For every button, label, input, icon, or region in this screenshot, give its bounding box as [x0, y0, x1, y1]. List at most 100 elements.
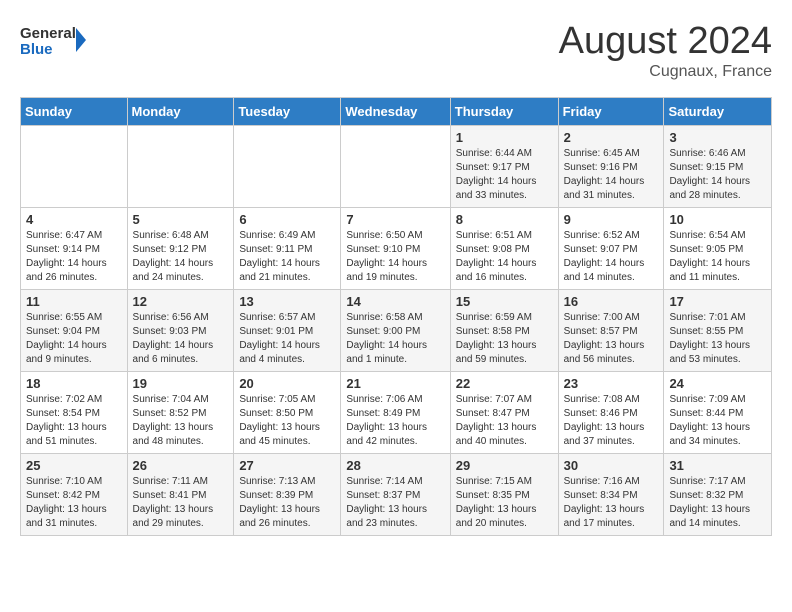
day-cell	[341, 126, 450, 208]
day-info: Sunrise: 6:54 AM Sunset: 9:05 PM Dayligh…	[669, 229, 766, 285]
day-number: 12	[133, 294, 229, 309]
day-info: Sunrise: 7:15 AM Sunset: 8:35 PM Dayligh…	[456, 475, 553, 531]
day-number: 11	[26, 294, 122, 309]
day-cell: 13Sunrise: 6:57 AM Sunset: 9:01 PM Dayli…	[234, 290, 341, 372]
day-info: Sunrise: 7:06 AM Sunset: 8:49 PM Dayligh…	[346, 393, 444, 449]
day-header-wednesday: Wednesday	[341, 98, 450, 126]
day-number: 16	[564, 294, 659, 309]
day-number: 27	[239, 458, 335, 473]
day-number: 14	[346, 294, 444, 309]
day-cell: 24 Sunrise: 7:09 AM Sunset: 8:44 PM Dayli…	[664, 372, 772, 454]
day-cell: 25 Sunrise: 7:10 AM Sunset: 8:42 PM Dayli…	[21, 454, 128, 536]
day-header-friday: Friday	[558, 98, 664, 126]
day-info: Sunrise: 6:44 AM Sunset: 9:17 PM Dayligh…	[456, 147, 553, 203]
day-cell: 19 Sunrise: 7:04 AM Sunset: 8:52 PM Dayli…	[127, 372, 234, 454]
day-info: Sunrise: 6:47 AM Sunset: 9:14 PM Dayligh…	[26, 229, 122, 285]
title-block: August 2024 Cugnaux, France	[559, 20, 772, 81]
day-info: Sunrise: 7:01 AM Sunset: 8:55 PM Dayligh…	[669, 311, 766, 367]
day-number: 31	[669, 458, 766, 473]
day-number: 3	[669, 130, 766, 145]
day-number: 10	[669, 212, 766, 227]
day-cell: 5Sunrise: 6:48 AM Sunset: 9:12 PM Daylig…	[127, 208, 234, 290]
location-subtitle: Cugnaux, France	[559, 63, 772, 81]
day-cell: 31Sunrise: 7:17 AM Sunset: 8:32 PM Dayli…	[664, 454, 772, 536]
day-header-sunday: Sunday	[21, 98, 128, 126]
day-info: Sunrise: 6:46 AM Sunset: 9:15 PM Dayligh…	[669, 147, 766, 203]
header-row: SundayMondayTuesdayWednesdayThursdayFrid…	[21, 98, 772, 126]
week-row-1: 1 Sunrise: 6:44 AM Sunset: 9:17 PM Daylig…	[21, 126, 772, 208]
day-info: Sunrise: 6:59 AM Sunset: 8:58 PM Dayligh…	[456, 311, 553, 367]
day-number: 30	[564, 458, 659, 473]
week-row-5: 25 Sunrise: 7:10 AM Sunset: 8:42 PM Dayli…	[21, 454, 772, 536]
day-number: 24	[669, 376, 766, 391]
day-number: 15	[456, 294, 553, 309]
day-cell: 30 Sunrise: 7:16 AM Sunset: 8:34 PM Dayli…	[558, 454, 664, 536]
day-cell: 10 Sunrise: 6:54 AM Sunset: 9:05 PM Dayli…	[664, 208, 772, 290]
day-number: 6	[239, 212, 335, 227]
day-info: Sunrise: 6:58 AM Sunset: 9:00 PM Dayligh…	[346, 311, 444, 367]
day-number: 26	[133, 458, 229, 473]
day-cell: 2 Sunrise: 6:45 AM Sunset: 9:16 PM Daylig…	[558, 126, 664, 208]
day-info: Sunrise: 6:50 AM Sunset: 9:10 PM Dayligh…	[346, 229, 444, 285]
day-info: Sunrise: 7:10 AM Sunset: 8:42 PM Dayligh…	[26, 475, 122, 531]
day-number: 23	[564, 376, 659, 391]
day-cell: 17 Sunrise: 7:01 AM Sunset: 8:55 PM Dayli…	[664, 290, 772, 372]
day-number: 25	[26, 458, 122, 473]
day-cell: 20 Sunrise: 7:05 AM Sunset: 8:50 PM Dayli…	[234, 372, 341, 454]
day-cell: 3 Sunrise: 6:46 AM Sunset: 9:15 PM Daylig…	[664, 126, 772, 208]
day-number: 20	[239, 376, 335, 391]
day-cell: 14 Sunrise: 6:58 AM Sunset: 9:00 PM Dayli…	[341, 290, 450, 372]
page-header: GeneralBlue August 2024 Cugnaux, France	[20, 20, 772, 81]
day-info: Sunrise: 6:55 AM Sunset: 9:04 PM Dayligh…	[26, 311, 122, 367]
day-info: Sunrise: 7:05 AM Sunset: 8:50 PM Dayligh…	[239, 393, 335, 449]
day-number: 22	[456, 376, 553, 391]
day-info: Sunrise: 6:45 AM Sunset: 9:16 PM Dayligh…	[564, 147, 659, 203]
day-number: 17	[669, 294, 766, 309]
day-number: 28	[346, 458, 444, 473]
month-title: August 2024	[559, 20, 772, 63]
day-cell: 26Sunrise: 7:11 AM Sunset: 8:41 PM Dayli…	[127, 454, 234, 536]
day-cell: 15 Sunrise: 6:59 AM Sunset: 8:58 PM Dayli…	[450, 290, 558, 372]
day-cell: 16 Sunrise: 7:00 AM Sunset: 8:57 PM Dayli…	[558, 290, 664, 372]
week-row-3: 11 Sunrise: 6:55 AM Sunset: 9:04 PM Dayli…	[21, 290, 772, 372]
day-cell: 22Sunrise: 7:07 AM Sunset: 8:47 PM Dayli…	[450, 372, 558, 454]
day-info: Sunrise: 7:02 AM Sunset: 8:54 PM Dayligh…	[26, 393, 122, 449]
day-number: 2	[564, 130, 659, 145]
day-number: 29	[456, 458, 553, 473]
day-cell: 18 Sunrise: 7:02 AM Sunset: 8:54 PM Dayli…	[21, 372, 128, 454]
day-cell	[127, 126, 234, 208]
day-number: 18	[26, 376, 122, 391]
day-header-tuesday: Tuesday	[234, 98, 341, 126]
day-number: 8	[456, 212, 553, 227]
day-cell: 27 Sunrise: 7:13 AM Sunset: 8:39 PM Dayli…	[234, 454, 341, 536]
day-number: 19	[133, 376, 229, 391]
week-row-2: 4 Sunrise: 6:47 AM Sunset: 9:14 PM Daylig…	[21, 208, 772, 290]
day-cell: 4 Sunrise: 6:47 AM Sunset: 9:14 PM Daylig…	[21, 208, 128, 290]
day-info: Sunrise: 6:56 AM Sunset: 9:03 PM Dayligh…	[133, 311, 229, 367]
day-info: Sunrise: 7:13 AM Sunset: 8:39 PM Dayligh…	[239, 475, 335, 531]
day-number: 9	[564, 212, 659, 227]
day-cell: 6 Sunrise: 6:49 AM Sunset: 9:11 PM Daylig…	[234, 208, 341, 290]
day-number: 1	[456, 130, 553, 145]
day-cell: 7Sunrise: 6:50 AM Sunset: 9:10 PM Daylig…	[341, 208, 450, 290]
day-header-monday: Monday	[127, 98, 234, 126]
day-info: Sunrise: 7:14 AM Sunset: 8:37 PM Dayligh…	[346, 475, 444, 531]
week-row-4: 18 Sunrise: 7:02 AM Sunset: 8:54 PM Dayli…	[21, 372, 772, 454]
day-info: Sunrise: 7:16 AM Sunset: 8:34 PM Dayligh…	[564, 475, 659, 531]
day-number: 4	[26, 212, 122, 227]
day-header-thursday: Thursday	[450, 98, 558, 126]
day-info: Sunrise: 7:08 AM Sunset: 8:46 PM Dayligh…	[564, 393, 659, 449]
day-number: 5	[133, 212, 229, 227]
day-info: Sunrise: 7:04 AM Sunset: 8:52 PM Dayligh…	[133, 393, 229, 449]
logo: GeneralBlue	[20, 20, 90, 60]
logo-icon: GeneralBlue	[20, 20, 90, 60]
svg-text:Blue: Blue	[20, 41, 53, 58]
day-info: Sunrise: 6:57 AM Sunset: 9:01 PM Dayligh…	[239, 311, 335, 367]
day-number: 21	[346, 376, 444, 391]
svg-text:General: General	[20, 25, 76, 42]
day-info: Sunrise: 7:00 AM Sunset: 8:57 PM Dayligh…	[564, 311, 659, 367]
day-info: Sunrise: 7:09 AM Sunset: 8:44 PM Dayligh…	[669, 393, 766, 449]
day-cell	[234, 126, 341, 208]
day-cell: 8Sunrise: 6:51 AM Sunset: 9:08 PM Daylig…	[450, 208, 558, 290]
day-info: Sunrise: 6:49 AM Sunset: 9:11 PM Dayligh…	[239, 229, 335, 285]
